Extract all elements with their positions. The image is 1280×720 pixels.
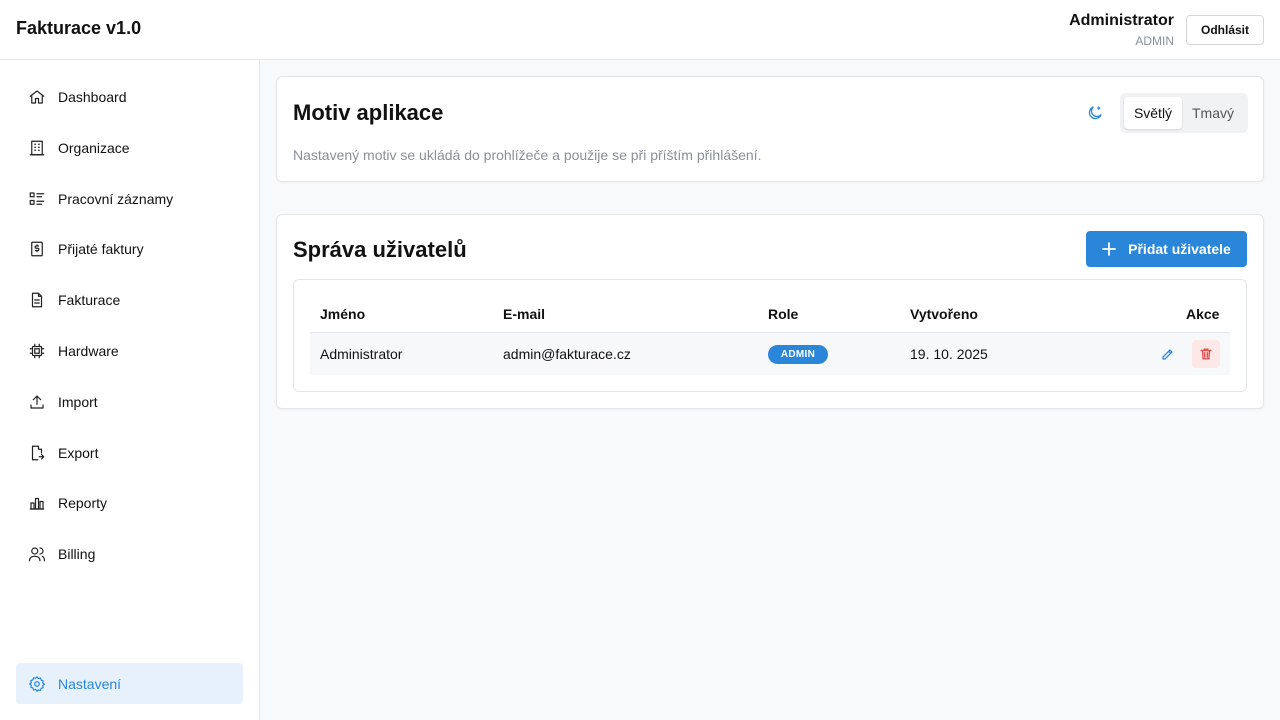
sidebar-item-label: Pracovní záznamy	[58, 190, 174, 207]
edit-button[interactable]	[1158, 344, 1176, 364]
app-title: Fakturace v1.0	[16, 18, 142, 38]
sidebar-item-fakturace[interactable]: Fakturace	[16, 279, 243, 320]
sidebar-item-nastaveni[interactable]: Nastavení	[16, 663, 243, 704]
users-title: Správa uživatelů	[293, 237, 467, 262]
column-header-name: Jméno	[320, 306, 366, 322]
pencil-icon	[1161, 348, 1173, 360]
app-header: Fakturace v1.0 Administrator ADMIN Odhlá…	[0, 0, 1280, 60]
sidebar-item-label: Organizace	[58, 139, 130, 156]
cell-name: Administrator	[320, 346, 403, 362]
home-icon	[28, 88, 46, 106]
sidebar-item-reporty[interactable]: Reporty	[16, 482, 243, 523]
sidebar-item-hardware[interactable]: Hardware	[16, 330, 243, 371]
add-user-button[interactable]: Přidat uživatele	[1086, 231, 1247, 267]
cell-email: admin@fakturace.cz	[503, 346, 631, 362]
theme-light-button[interactable]: Světlý	[1124, 97, 1182, 129]
gear-icon	[28, 675, 46, 693]
add-user-label: Přidat uživatele	[1128, 241, 1231, 257]
bar-chart-icon	[28, 494, 46, 512]
sidebar-item-label: Přijaté faktury	[58, 240, 144, 257]
theme-dark-button[interactable]: Tmavý	[1182, 97, 1244, 129]
users-table: Jméno E-mail Role Vytvořeno Akce Adminis…	[293, 279, 1247, 392]
user-role: ADMIN	[1135, 34, 1174, 48]
sidebar: Dashboard Organizace Pracovní záznamy Př…	[0, 60, 260, 720]
role-badge: ADMIN	[768, 345, 828, 364]
sidebar-item-organizace[interactable]: Organizace	[16, 127, 243, 168]
sidebar-item-prijate-faktury[interactable]: Přijaté faktury	[16, 228, 243, 269]
receipt-icon	[28, 240, 46, 258]
sidebar-item-label: Fakturace	[58, 291, 121, 308]
sidebar-item-dashboard[interactable]: Dashboard	[16, 76, 243, 117]
sidebar-item-label: Nastavení	[58, 675, 122, 692]
file-export-icon	[28, 444, 46, 462]
column-header-email: E-mail	[503, 306, 546, 322]
sidebar-item-import[interactable]: Import	[16, 381, 243, 422]
logout-button[interactable]: Odhlásit	[1186, 15, 1264, 45]
users-icon	[28, 545, 46, 563]
theme-title: Motiv aplikace	[293, 100, 444, 125]
table-row: Administrator admin@fakturace.cz ADMIN 1…	[310, 333, 1230, 375]
cell-created: 19. 10. 2025	[910, 346, 988, 362]
sidebar-item-label: Billing	[58, 545, 96, 562]
sidebar-item-label: Import	[58, 393, 98, 410]
column-header-role: Role	[768, 306, 799, 322]
user-name: Administrator	[1069, 12, 1174, 29]
users-card: Správa uživatelů Přidat uživatele Jméno …	[276, 214, 1264, 409]
sidebar-item-pracovni-zaznamy[interactable]: Pracovní záznamy	[16, 178, 243, 219]
file-icon	[28, 291, 46, 309]
column-header-created: Vytvořeno	[910, 306, 978, 322]
delete-button[interactable]	[1192, 340, 1220, 368]
list-icon	[28, 190, 46, 208]
trash-icon	[1200, 348, 1212, 360]
column-header-actions: Akce	[1186, 306, 1220, 322]
plus-icon	[1102, 242, 1117, 256]
sidebar-item-label: Export	[58, 444, 99, 461]
theme-toggle: Světlý Tmavý	[1120, 93, 1248, 133]
sidebar-item-billing[interactable]: Billing	[16, 533, 243, 574]
moon-icon	[1086, 104, 1104, 122]
theme-description: Nastavený motiv se ukládá do prohlížeče …	[293, 147, 762, 163]
sidebar-item-label: Reporty	[58, 494, 108, 511]
chip-icon	[28, 342, 46, 360]
user-info: Administrator ADMIN	[1069, 11, 1174, 51]
sidebar-item-export[interactable]: Export	[16, 432, 243, 473]
upload-icon	[28, 393, 46, 411]
sidebar-item-label: Dashboard	[58, 88, 127, 105]
theme-card: Motiv aplikace Světlý Tmavý Nastavený mo…	[276, 76, 1264, 182]
building-icon	[28, 139, 46, 157]
sidebar-item-label: Hardware	[58, 342, 119, 359]
